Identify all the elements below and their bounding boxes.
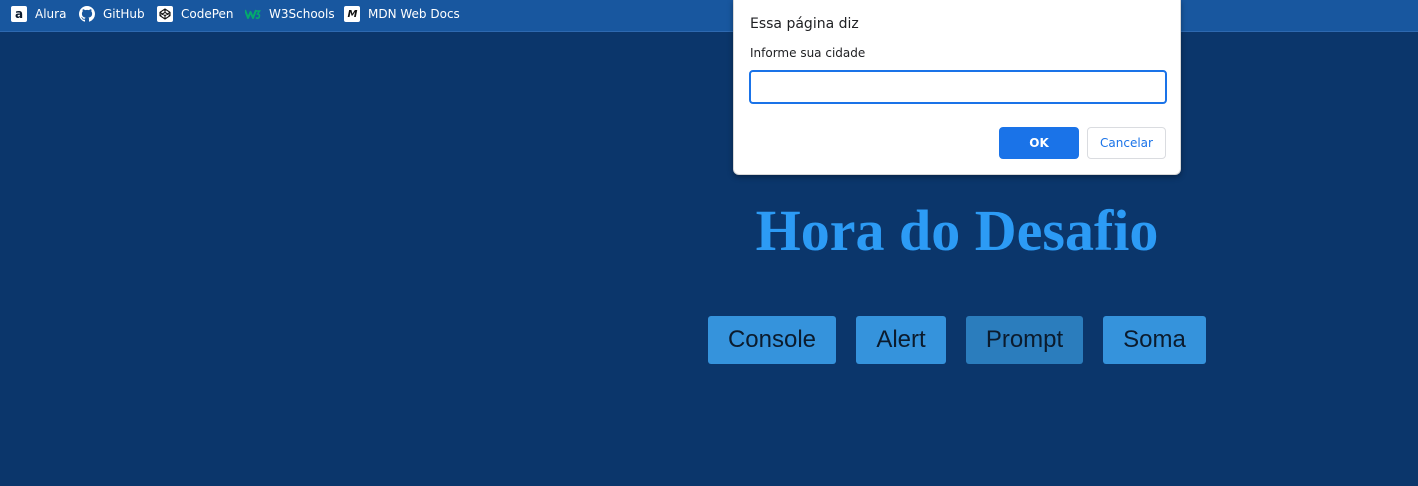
bookmark-label: MDN Web Docs <box>368 7 460 21</box>
dialog-message: Informe sua cidade <box>750 46 866 60</box>
codepen-icon <box>157 6 173 22</box>
mdn-icon: M <box>344 6 360 22</box>
bookmark-mdn[interactable]: M MDN Web Docs <box>344 0 460 28</box>
bookmark-label: W3Schools <box>269 7 335 21</box>
bookmark-codepen[interactable]: CodePen <box>157 0 234 28</box>
soma-button[interactable]: Soma <box>1103 316 1206 364</box>
prompt-button[interactable]: Prompt <box>966 316 1083 364</box>
bookmark-label: CodePen <box>181 7 234 21</box>
console-button[interactable]: Console <box>708 316 836 364</box>
ok-button[interactable]: OK <box>999 127 1079 159</box>
bookmark-w3schools[interactable]: W3Schools <box>245 0 335 28</box>
dialog-title: Essa página diz <box>750 16 859 32</box>
cancel-button[interactable]: Cancelar <box>1087 127 1166 159</box>
bookmark-github[interactable]: GitHub <box>79 0 145 28</box>
bookmarks-bar: a Alura GitHub CodePen W3Schools M MDN W… <box>0 0 1418 32</box>
bookmark-alura[interactable]: a Alura <box>11 0 66 28</box>
bookmark-label: Alura <box>35 7 67 21</box>
bookmark-label: GitHub <box>103 7 145 21</box>
alura-icon: a <box>11 6 27 22</box>
city-input[interactable] <box>749 70 1167 104</box>
prompt-dialog: Essa página diz Informe sua cidade OK Ca… <box>733 0 1181 175</box>
github-icon <box>79 6 95 22</box>
page-title: Hora do Desafio <box>755 198 1159 263</box>
w3schools-icon <box>245 6 261 22</box>
alert-button[interactable]: Alert <box>856 316 946 364</box>
